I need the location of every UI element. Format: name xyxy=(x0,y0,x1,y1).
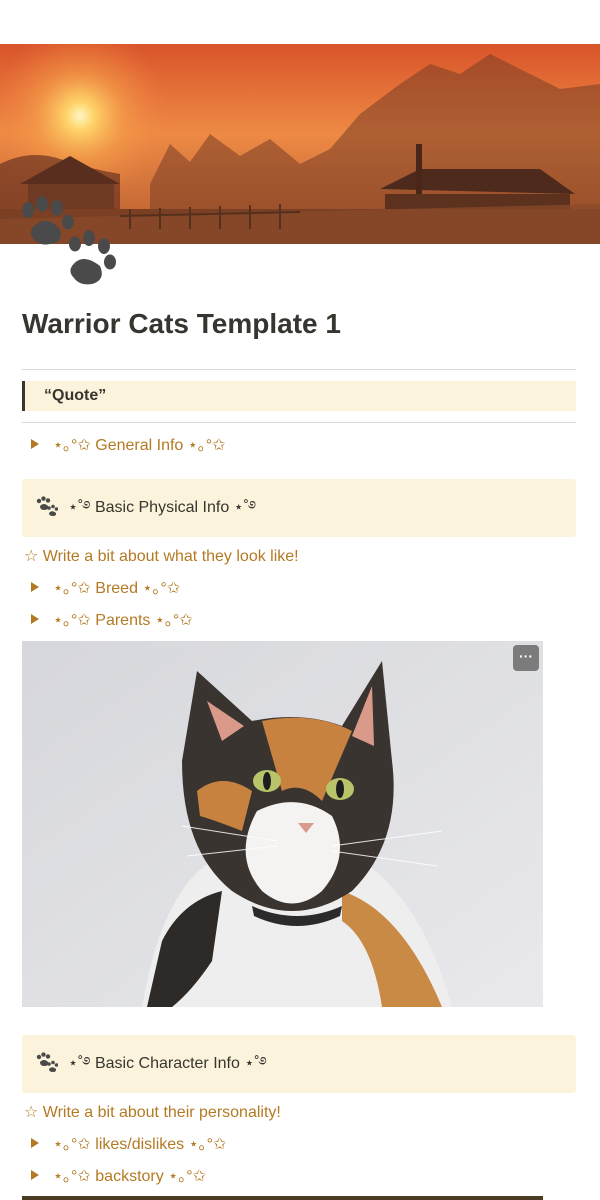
notion-page: Warrior Cats Template 1 “Quote” ⋆｡°✩ Gen… xyxy=(0,0,600,1200)
page-title[interactable]: Warrior Cats Template 1 xyxy=(22,308,341,340)
toggle-parents[interactable]: ⋆｡°✩ Parents ⋆｡°✩ xyxy=(22,607,193,635)
paw-prints-icon xyxy=(36,496,58,516)
toggle-label: ⋆｡°✩ likes/dislikes ⋆｡°✩ xyxy=(53,1136,227,1153)
paw-prints-icon[interactable] xyxy=(20,196,116,288)
toggle-label: ⋆｡°✩ backstory ⋆｡°✩ xyxy=(53,1168,207,1185)
paw-prints-icon xyxy=(36,1052,58,1072)
toggle-label: ⋆｡°✩ General Info ⋆｡°✩ xyxy=(53,437,226,454)
toggle-arrow-icon[interactable] xyxy=(31,1137,39,1148)
quote-block[interactable]: “Quote” xyxy=(22,381,576,411)
toggle-arrow-icon[interactable] xyxy=(31,438,39,449)
callout-text: ⋆˚࿔ Basic Physical Info ⋆˚࿔ xyxy=(68,499,257,516)
toggle-general-info[interactable]: ⋆｡°✩ General Info ⋆｡°✩ xyxy=(22,432,226,460)
character-prompt-text[interactable]: ☆ Write a bit about their personality! xyxy=(24,1100,281,1126)
callout-physical-info[interactable]: ⋆˚࿔ Basic Physical Info ⋆˚࿔ xyxy=(22,479,576,537)
toggle-arrow-icon[interactable] xyxy=(31,613,39,624)
toggle-likes-dislikes[interactable]: ⋆｡°✩ likes/dislikes ⋆｡°✩ xyxy=(22,1131,226,1159)
toggle-breed[interactable]: ⋆｡°✩ Breed ⋆｡°✩ xyxy=(22,575,180,603)
callout-character-info[interactable]: ⋆˚࿔ Basic Character Info ⋆˚࿔ xyxy=(22,1035,576,1093)
quote-text: “Quote” xyxy=(44,387,107,404)
callout-text: ⋆˚࿔ Basic Character Info ⋆˚࿔ xyxy=(68,1055,267,1072)
divider xyxy=(22,422,576,423)
toggle-backstory[interactable]: ⋆｡°✩ backstory ⋆｡°✩ xyxy=(22,1163,206,1191)
physical-prompt-text[interactable]: ☆ Write a bit about what they look like! xyxy=(24,544,299,570)
divider xyxy=(22,369,576,370)
next-image-edge xyxy=(22,1196,543,1200)
toggle-label: ⋆｡°✩ Breed ⋆｡°✩ xyxy=(53,580,181,597)
calico-cat-illustration xyxy=(22,641,543,1007)
toggle-arrow-icon[interactable] xyxy=(31,1169,39,1180)
cat-photo[interactable] xyxy=(22,641,543,1007)
toggle-label: ⋆｡°✩ Parents ⋆｡°✩ xyxy=(53,612,193,629)
image-menu-button[interactable]: ··· xyxy=(513,645,539,671)
toggle-arrow-icon[interactable] xyxy=(31,581,39,592)
